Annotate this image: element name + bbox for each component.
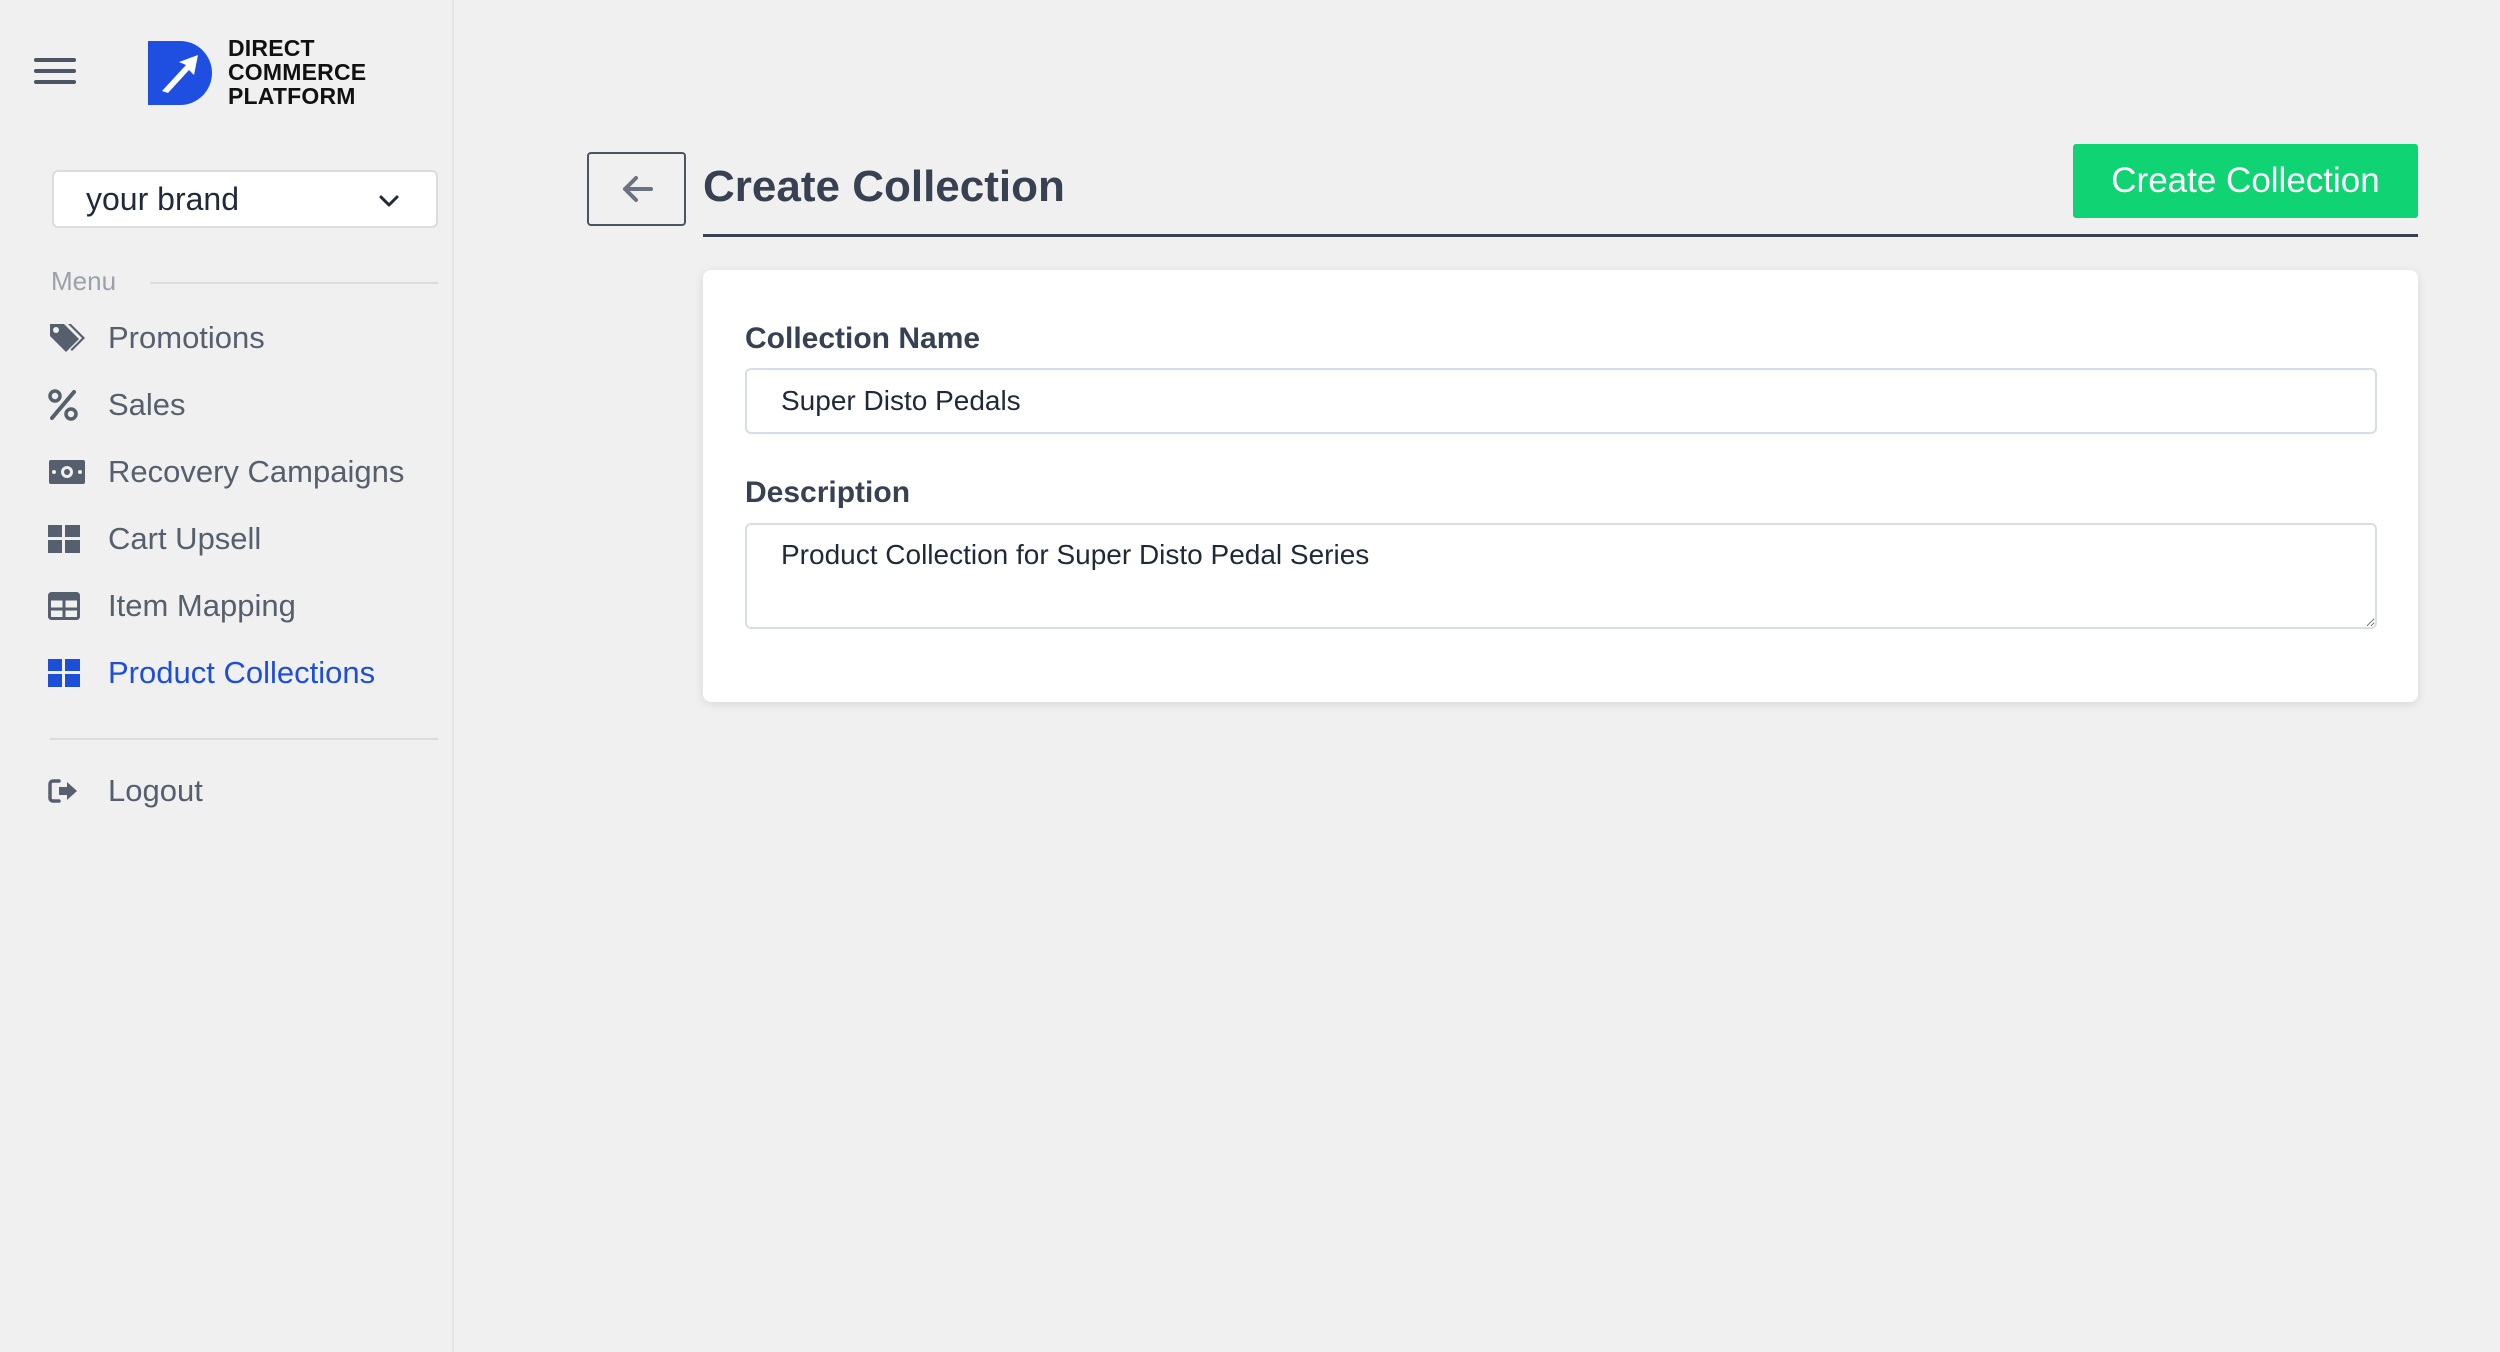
sidebar-item-logout[interactable]: Logout <box>48 767 203 815</box>
percent-icon <box>48 385 88 425</box>
tags-icon <box>48 318 88 358</box>
sidebar-item-sales[interactable]: Sales <box>48 381 186 429</box>
sidebar-item-label: Product Collections <box>108 655 376 690</box>
description-textarea[interactable]: Product Collection for Super Disto Pedal… <box>745 523 2377 629</box>
create-collection-button[interactable]: Create Collection <box>2073 144 2418 218</box>
sidebar-item-label: Sales <box>108 387 186 422</box>
sidebar-item-recovery-campaigns[interactable]: Recovery Campaigns <box>48 448 404 496</box>
page-title: Create Collection <box>703 162 1065 211</box>
hamburger-menu-icon[interactable] <box>34 56 76 86</box>
back-button[interactable] <box>587 152 686 226</box>
sidebar-item-label: Promotions <box>108 320 265 355</box>
description-label: Description <box>745 476 911 509</box>
collection-name-label: Collection Name <box>745 322 981 355</box>
grid-icon <box>48 519 88 559</box>
sidebar: DIRECT COMMERCE PLATFORM your brand Menu… <box>0 0 454 1352</box>
collection-name-input[interactable] <box>745 368 2377 434</box>
brand-select-value: your brand <box>86 180 239 217</box>
money-bill-icon <box>48 452 88 492</box>
header-divider <box>703 234 2418 237</box>
sidebar-divider <box>50 738 438 740</box>
chevron-down-icon <box>379 195 399 207</box>
sidebar-item-label: Recovery Campaigns <box>108 454 405 489</box>
arrow-left-icon <box>622 176 653 202</box>
logo-wordmark: DIRECT COMMERCE PLATFORM <box>228 35 367 109</box>
sidebar-item-item-mapping[interactable]: Item Mapping <box>48 582 296 630</box>
logo-mark-icon <box>148 41 212 105</box>
sidebar-item-cart-upsell[interactable]: Cart Upsell <box>48 515 261 563</box>
collection-form-card: Collection Name Description Product Coll… <box>703 270 2418 702</box>
table-icon <box>48 586 88 626</box>
sidebar-item-product-collections[interactable]: Product Collections <box>48 649 375 697</box>
sidebar-item-label: Item Mapping <box>108 588 296 623</box>
grid-icon <box>48 653 88 693</box>
menu-section-label: Menu <box>51 266 117 296</box>
sidebar-item-label: Cart Upsell <box>108 521 262 556</box>
sidebar-item-label: Logout <box>108 773 203 808</box>
sign-out-icon <box>48 771 88 811</box>
menu-divider <box>150 282 438 284</box>
sidebar-item-promotions[interactable]: Promotions <box>48 314 265 362</box>
brand-select[interactable]: your brand <box>52 170 438 228</box>
logo[interactable]: DIRECT COMMERCE PLATFORM <box>146 36 366 108</box>
